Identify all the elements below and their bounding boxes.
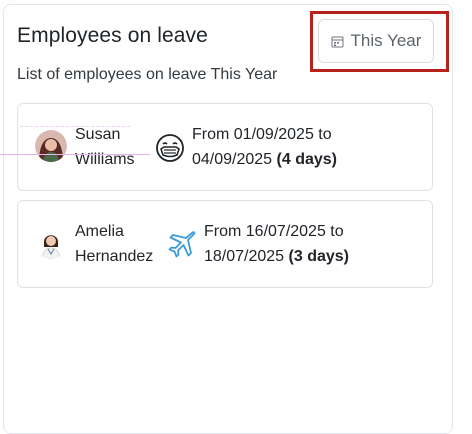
leave-list-item[interactable]: Susan Williams From 01/09/2025 to 04/09/… bbox=[17, 103, 433, 191]
plane-icon bbox=[166, 227, 198, 259]
employee-name: Amelia Hernandez bbox=[75, 223, 154, 265]
employee-name: Susan Williams bbox=[75, 126, 135, 168]
filter-label: This Year bbox=[350, 31, 422, 50]
avatar bbox=[35, 227, 67, 259]
period-filter-button[interactable]: This Year bbox=[318, 19, 434, 63]
divider-artifact bbox=[0, 154, 150, 155]
leave-dates: From 16/07/2025 to 18/07/2025 (3 days) bbox=[204, 223, 349, 265]
avatar bbox=[35, 130, 67, 162]
card-subtitle: List of employees on leave This Year bbox=[17, 66, 278, 83]
divider-artifact bbox=[20, 126, 130, 128]
leave-list-item[interactable]: Amelia Hernandez From 16/07/2025 to 18/0… bbox=[17, 200, 433, 288]
sick-mask-icon bbox=[154, 132, 186, 164]
calendar-icon bbox=[331, 35, 344, 48]
leave-dates: From 01/09/2025 to 04/09/2025 (4 days) bbox=[192, 126, 337, 168]
card-title: Employees on leave bbox=[17, 24, 208, 47]
